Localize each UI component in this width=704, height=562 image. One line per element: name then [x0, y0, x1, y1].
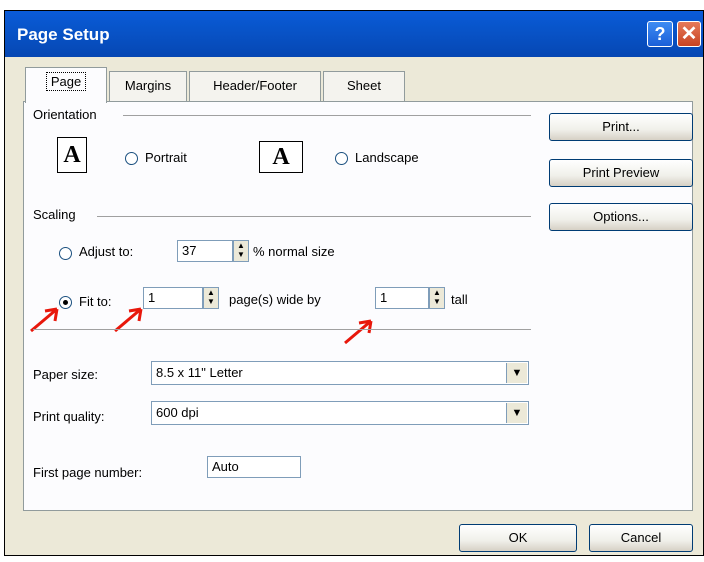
scaling-divider: [97, 216, 531, 217]
paper-size-label: Paper size:: [33, 367, 99, 382]
fit-wide-suffix: page(s) wide by: [229, 292, 321, 307]
print-quality-value: 600 dpi: [156, 405, 199, 420]
print-quality-dropdown-icon[interactable]: ▼: [506, 403, 527, 423]
fit-wide-input[interactable]: 1: [143, 287, 203, 309]
paper-size-dropdown-icon[interactable]: ▼: [506, 363, 527, 383]
tab-page-label: Page: [45, 72, 87, 91]
print-preview-button[interactable]: Print Preview: [549, 159, 693, 187]
tab-sheet[interactable]: Sheet: [323, 71, 405, 101]
page-setup-dialog: Page Setup ? ✕ Page Margins Header/Foote…: [4, 10, 704, 556]
adjust-to-spinner[interactable]: ▲ ▼: [233, 240, 249, 262]
annotation-arrow-fit-radio: [30, 307, 59, 333]
tab-page[interactable]: Page: [25, 67, 107, 103]
adjust-to-input[interactable]: 37: [177, 240, 233, 262]
dialog-title: Page Setup: [17, 25, 110, 44]
annotation-arrow-fit-wide: [114, 307, 143, 333]
first-page-number-label: First page number:: [33, 465, 143, 480]
print-button[interactable]: Print...: [549, 113, 693, 141]
landscape-label[interactable]: Landscape: [355, 150, 419, 165]
adjust-to-suffix: % normal size: [253, 244, 335, 259]
portrait-radio[interactable]: [125, 152, 138, 165]
landscape-radio[interactable]: [335, 152, 348, 165]
first-page-number-input[interactable]: Auto: [207, 456, 301, 478]
title-bar[interactable]: Page Setup ? ✕: [5, 11, 703, 57]
cancel-button[interactable]: Cancel: [589, 524, 693, 552]
annotation-arrow-fit-tall: [344, 319, 373, 345]
orientation-heading: Orientation: [33, 107, 97, 122]
ok-button[interactable]: OK: [459, 524, 577, 552]
options-button[interactable]: Options...: [549, 203, 693, 231]
orientation-divider: [123, 115, 531, 116]
fit-tall-suffix: tall: [451, 292, 468, 307]
adjust-to-label[interactable]: Adjust to:: [79, 244, 133, 259]
close-icon[interactable]: ✕: [677, 21, 701, 47]
fit-tall-spinner[interactable]: ▲ ▼: [429, 287, 445, 309]
help-icon[interactable]: ?: [647, 21, 673, 47]
adjust-to-radio[interactable]: [59, 247, 72, 260]
portrait-label[interactable]: Portrait: [145, 150, 187, 165]
scaling-heading: Scaling: [33, 207, 76, 222]
landscape-page-icon: A: [259, 141, 303, 173]
paper-size-value: 8.5 x 11" Letter: [156, 365, 243, 380]
paper-size-select[interactable]: 8.5 x 11" Letter ▼: [151, 361, 529, 385]
print-quality-label: Print quality:: [33, 409, 105, 424]
portrait-page-icon: A: [57, 137, 87, 173]
tab-header-footer[interactable]: Header/Footer: [189, 71, 321, 101]
fit-to-label[interactable]: Fit to:: [79, 294, 112, 309]
scaling-bottom-divider: [33, 329, 531, 330]
tab-margins[interactable]: Margins: [109, 71, 187, 101]
print-quality-select[interactable]: 600 dpi ▼: [151, 401, 529, 425]
fit-wide-spinner[interactable]: ▲ ▼: [203, 287, 219, 309]
fit-tall-input[interactable]: 1: [375, 287, 429, 309]
